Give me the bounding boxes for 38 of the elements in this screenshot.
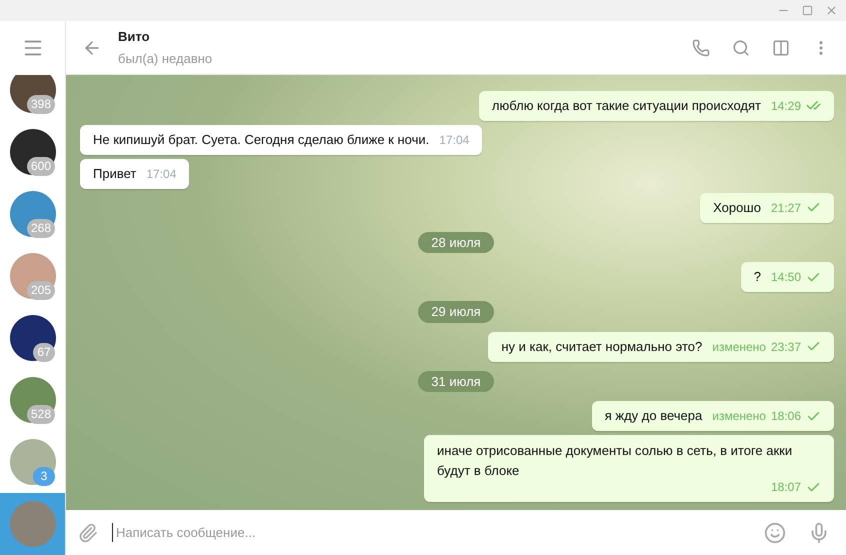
message-time: 14:29 xyxy=(770,98,801,114)
message-text: ? xyxy=(754,268,761,286)
message-text: ну и как, считает нормально это? xyxy=(501,338,702,356)
unread-badge: 398 xyxy=(26,95,55,114)
message-text: иначе отрисованные документы солью в сеть, в итоге акки будут в блоке xyxy=(437,443,792,478)
message-text: Хорошо xyxy=(713,198,761,216)
chat-status: был(а) недавно xyxy=(118,50,212,68)
message-text: я жду до вечера xyxy=(604,407,702,425)
unread-badge: 528 xyxy=(26,405,55,424)
date-badge: 28 июля xyxy=(418,232,494,253)
chat-name: Вито xyxy=(118,28,151,46)
date-badge: 29 июля xyxy=(418,301,494,322)
message-time: 18:06 xyxy=(770,408,801,425)
message-time: 17:04 xyxy=(146,166,176,182)
message-time: 21:27 xyxy=(770,200,801,216)
message-time: 18:07 xyxy=(770,479,801,496)
close-icon[interactable] xyxy=(825,4,838,17)
unread-badge: 268 xyxy=(26,219,55,238)
message-time: 14:50 xyxy=(770,269,801,286)
edited-label: изменено xyxy=(712,338,766,356)
date-badge: 31 июля xyxy=(418,370,494,392)
panel-icon[interactable] xyxy=(772,38,790,56)
attach-icon[interactable] xyxy=(78,522,98,542)
message-input[interactable]: Написать сообщение... xyxy=(112,522,764,542)
maximize-icon[interactable] xyxy=(802,5,813,16)
message-text: люблю когда вот такие ситуации происходят xyxy=(492,96,761,114)
unread-badge: 600 xyxy=(26,157,55,176)
message-text: Привет xyxy=(93,164,136,182)
message-time: 17:04 xyxy=(439,132,470,148)
edited-label: изменено xyxy=(712,408,766,425)
avatar-photo-placeholder xyxy=(10,501,56,547)
phone-icon[interactable] xyxy=(692,38,710,56)
dialog-item[interactable] xyxy=(0,493,65,555)
emoji-icon[interactable] xyxy=(764,522,786,544)
search-icon[interactable] xyxy=(732,38,750,56)
unread-badge: 205 xyxy=(26,281,55,300)
message-time: 23:37 xyxy=(770,338,801,356)
message-text: Не кипишуй брат. Суета. Сегодня сделаю ближе к ночи. xyxy=(93,130,430,148)
